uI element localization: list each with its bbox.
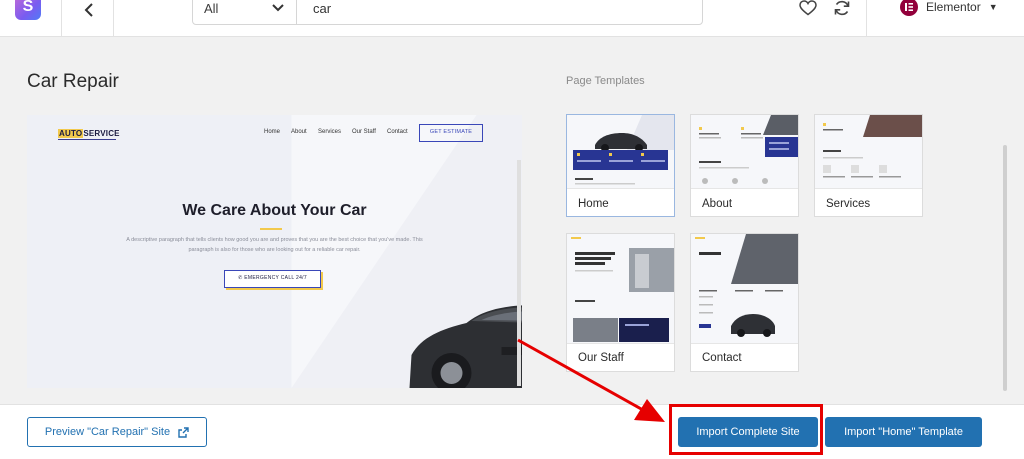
app-logo-icon: S bbox=[15, 0, 41, 20]
category-select-value: All bbox=[204, 1, 219, 16]
divider bbox=[61, 0, 62, 37]
template-thumb-home bbox=[567, 115, 674, 188]
divider bbox=[567, 188, 674, 189]
preview-hero-title: We Care About Your Car bbox=[182, 202, 367, 219]
search-field[interactable] bbox=[296, 0, 703, 25]
divider bbox=[866, 0, 867, 37]
template-thumb-services bbox=[815, 115, 922, 188]
elementor-icon bbox=[900, 0, 918, 16]
caret-down-icon: ▼ bbox=[988, 2, 998, 12]
template-card-services[interactable]: Services bbox=[814, 114, 923, 217]
divider bbox=[815, 188, 922, 189]
site-title: Car Repair bbox=[27, 71, 119, 92]
template-label-contact: Contact bbox=[702, 352, 742, 364]
template-card-contact[interactable]: Contact bbox=[690, 233, 799, 372]
preview-nav-home: Home bbox=[264, 129, 281, 135]
template-thumb-contact bbox=[691, 234, 798, 343]
top-bar: S All Elementor ▼ bbox=[0, 0, 1024, 37]
refresh-icon bbox=[834, 0, 850, 16]
preview-nav-staff: Our Staff bbox=[352, 129, 376, 135]
template-card-about[interactable]: About bbox=[690, 114, 799, 217]
preview-nav-services: Services bbox=[318, 129, 342, 135]
category-select[interactable]: All bbox=[192, 0, 297, 25]
preview-cta-button: GET ESTIMATE bbox=[419, 124, 483, 142]
heart-icon bbox=[799, 0, 817, 16]
template-label-services: Services bbox=[826, 198, 871, 210]
template-label-about: About bbox=[702, 198, 733, 210]
templates-scrollbar[interactable] bbox=[1003, 145, 1007, 391]
divider bbox=[567, 343, 674, 344]
page-builder-label: Elementor bbox=[926, 0, 981, 14]
import-template-button[interactable]: Import "Home" Template bbox=[825, 417, 982, 447]
page-templates-label: Page Templates bbox=[566, 75, 645, 87]
chevron-down-icon bbox=[272, 4, 284, 12]
template-thumb-about bbox=[691, 115, 798, 188]
preview-hero-text: A descriptive paragraph that tells clien… bbox=[126, 237, 423, 253]
preview-brand-logo: AUTOSERVICE bbox=[58, 129, 120, 138]
page-builder-select[interactable]: Elementor ▼ bbox=[900, 0, 998, 18]
divider bbox=[113, 0, 114, 37]
template-card-our-staff[interactable]: Our Staff bbox=[566, 233, 675, 372]
preview-call-button: ✆ EMERGENCY CALL 24/7 bbox=[224, 270, 321, 288]
template-label-our-staff: Our Staff bbox=[578, 352, 624, 364]
preview-site-button[interactable]: Preview "Car Repair" Site bbox=[27, 417, 207, 447]
external-link-icon bbox=[178, 426, 189, 438]
template-label-home: Home bbox=[578, 198, 609, 210]
preview-nav-contact: Contact bbox=[387, 129, 408, 135]
favorites-button[interactable] bbox=[797, 0, 819, 19]
template-thumb-our-staff bbox=[567, 234, 674, 343]
hero-accent-bar bbox=[260, 228, 282, 230]
divider bbox=[691, 188, 798, 189]
sync-button[interactable] bbox=[831, 0, 853, 19]
site-preview[interactable]: AUTOSERVICE Home About Services Our Staf… bbox=[27, 115, 522, 388]
brand-underline bbox=[58, 139, 116, 140]
preview-nav-about: About bbox=[291, 129, 307, 135]
back-arrow-icon bbox=[84, 3, 93, 17]
highlight-box bbox=[669, 404, 823, 455]
preview-scrollbar[interactable] bbox=[517, 160, 521, 386]
back-button[interactable] bbox=[74, 0, 104, 24]
template-card-home[interactable]: Home bbox=[566, 114, 675, 217]
search-input[interactable] bbox=[313, 1, 683, 16]
preview-site-button-label: Preview "Car Repair" Site bbox=[44, 426, 171, 438]
divider bbox=[691, 343, 798, 344]
